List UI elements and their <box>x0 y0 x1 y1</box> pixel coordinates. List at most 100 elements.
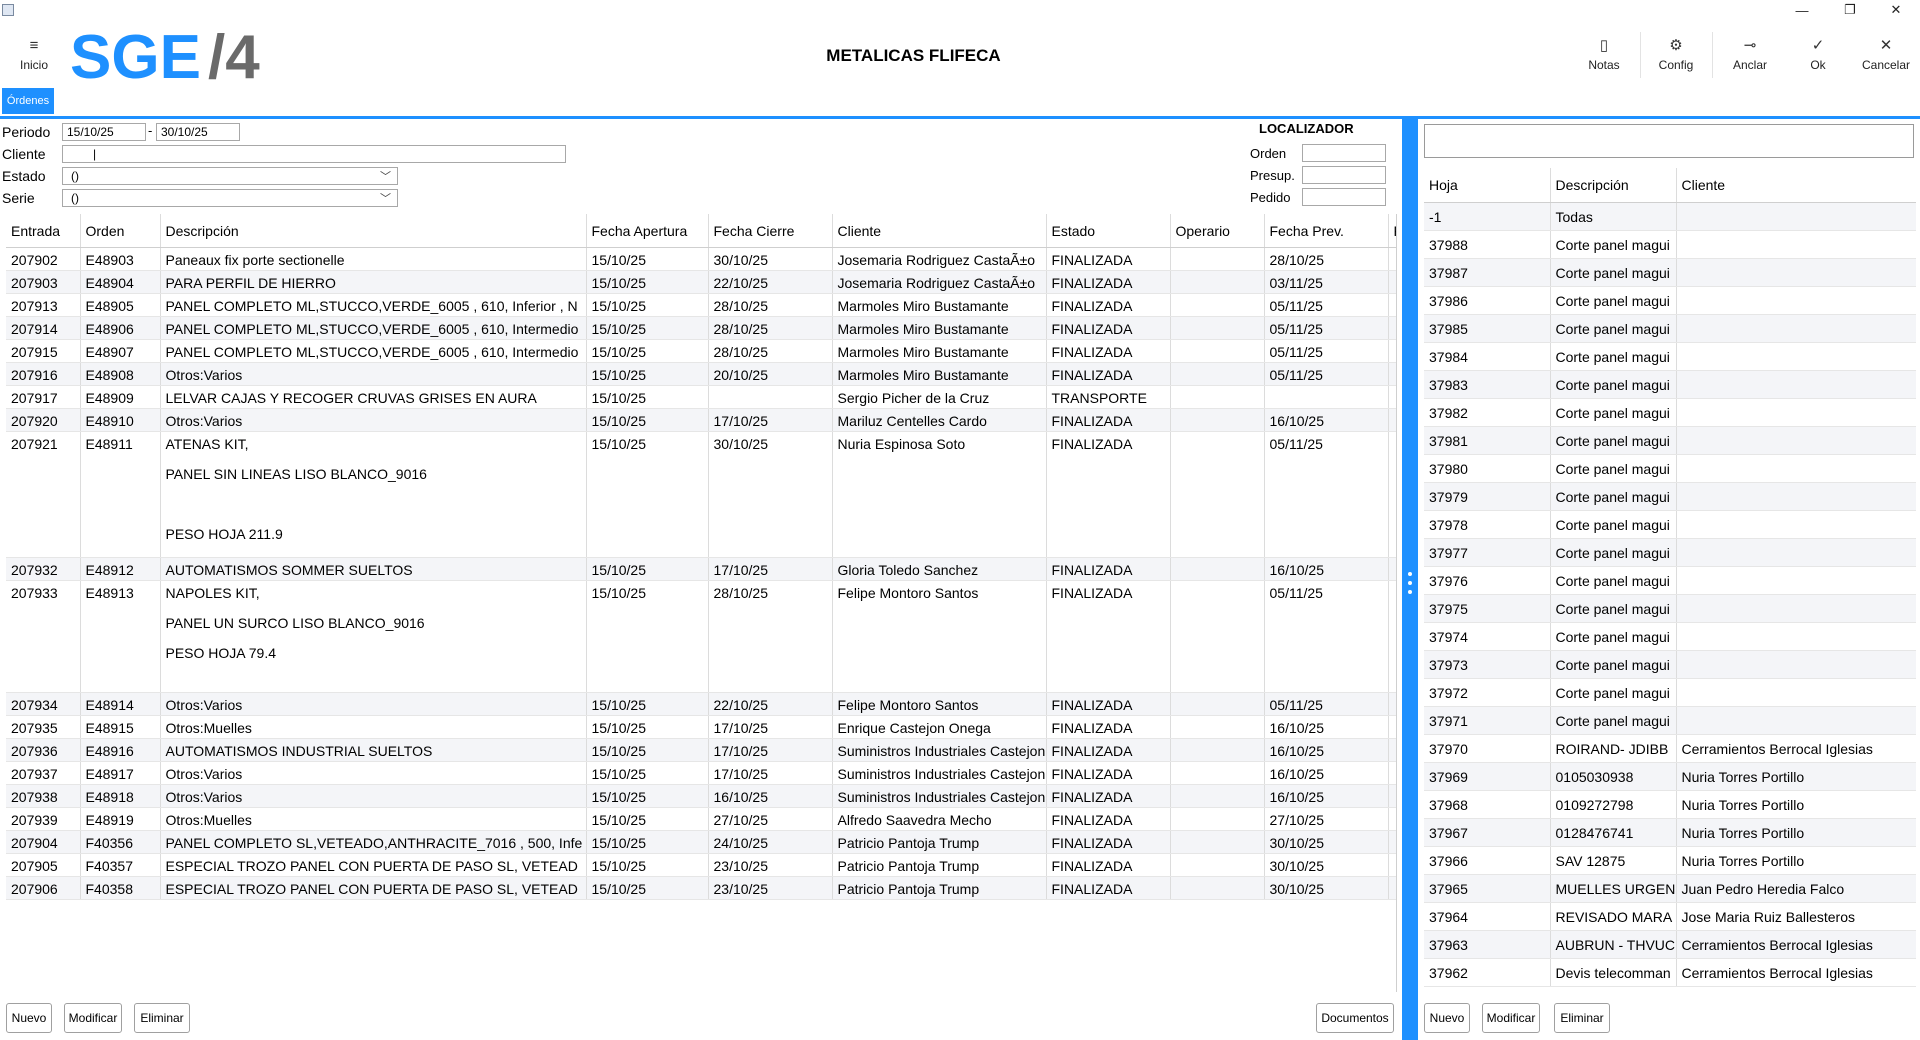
table-row[interactable]: 207939 E48919 Otros:Muelles 15/10/25 27/10/2… <box>6 807 1396 831</box>
col-operario[interactable]: Operario <box>1170 214 1265 248</box>
tab-ordenes[interactable]: Órdenes <box>2 88 54 114</box>
list-item[interactable]: 37976 Corte panel magui <box>1424 566 1916 595</box>
table-row[interactable]: 207903 E48904 PARA PERFIL DE HIERRO 15/10/2… <box>6 270 1396 294</box>
list-item[interactable]: 37982 Corte panel magui <box>1424 398 1916 427</box>
list-item[interactable]: 37974 Corte panel magui <box>1424 622 1916 651</box>
hoja-modificar-button[interactable]: Modificar <box>1482 1003 1540 1033</box>
ok-button[interactable]: ✓ Ok <box>1788 36 1848 72</box>
table-row[interactable]: 207904 F40356 PANEL COMPLETO SL,VETEADO,AN… <box>6 830 1396 854</box>
list-item[interactable]: 37984 Corte panel magui <box>1424 342 1916 371</box>
cell-operario <box>1170 362 1265 386</box>
table-row[interactable]: 207915 E48907 PANEL COMPLETO ML,STUCCO,VER… <box>6 339 1396 363</box>
table-row[interactable]: 207938 E48918 Otros:Varios 15/10/25 16/10/25… <box>6 784 1396 808</box>
list-item[interactable]: 37986 Corte panel magui <box>1424 286 1916 315</box>
table-row[interactable]: 207934 E48914 Otros:Varios 15/10/25 22/10/25… <box>6 692 1396 716</box>
col-cliente[interactable]: Cliente <box>832 214 1047 248</box>
list-item[interactable]: -1 Todas <box>1424 202 1916 231</box>
table-row[interactable]: 207905 F40357 ESPECIAL TROZO PANEL CON PUE… <box>6 853 1396 877</box>
anclar-button[interactable]: ⊸ Anclar <box>1720 36 1780 72</box>
list-item[interactable]: 37980 Corte panel magui <box>1424 454 1916 483</box>
orden-locator-input[interactable] <box>1302 144 1386 162</box>
col-estado[interactable]: Estado <box>1046 214 1171 248</box>
list-item[interactable]: 37963 AUBRUN - THVUC Cerramientos Berrocal… <box>1424 930 1916 959</box>
table-row[interactable]: 207920 E48910 Otros:Varios 15/10/25 17/10/25… <box>6 408 1396 432</box>
presup-locator-input[interactable] <box>1302 166 1386 184</box>
table-row[interactable]: 207914 E48906 PANEL COMPLETO ML,STUCCO,VER… <box>6 316 1396 340</box>
list-item[interactable]: 37988 Corte panel magui <box>1424 230 1916 259</box>
col-hoja-descripcion[interactable]: Descripción <box>1550 168 1677 203</box>
description-line: PESO HOJA 79.4 <box>165 645 277 661</box>
list-item[interactable]: 37977 Corte panel magui <box>1424 538 1916 567</box>
table-row[interactable]: 207902 E48903 Paneaux fix porte sectionell… <box>6 247 1396 271</box>
list-item[interactable]: 37979 Corte panel magui <box>1424 482 1916 511</box>
hoja-search-input[interactable] <box>1424 124 1914 158</box>
list-item[interactable]: 37970 ROIRAND- JDIBB Cerramientos Berrocal… <box>1424 734 1916 763</box>
notas-button[interactable]: ▯ Notas <box>1574 36 1634 72</box>
col-entrada[interactable]: Entrada <box>6 214 81 248</box>
splitter-grip-icon[interactable] <box>1407 572 1413 594</box>
hoja-nuevo-button[interactable]: Nuevo <box>1424 1003 1470 1033</box>
cell-f <box>1388 784 1396 808</box>
restore-button[interactable]: ❐ <box>1830 0 1870 20</box>
cell-estado: FINALIZADA <box>1046 293 1171 317</box>
list-item[interactable]: 37981 Corte panel magui <box>1424 426 1916 455</box>
serie-select[interactable]: () ﹀ <box>62 189 398 207</box>
col-hoja[interactable]: Hoja <box>1424 168 1551 203</box>
estado-select[interactable]: () ﹀ <box>62 167 398 185</box>
table-row[interactable]: 207933 E48913 NAPOLES KIT, PANEL UN SURCO L… <box>6 580 1396 693</box>
list-item[interactable]: 37978 Corte panel magui <box>1424 510 1916 539</box>
col-descripcion[interactable]: Descripción <box>160 214 587 248</box>
table-row[interactable]: 207936 E48916 AUTOMATISMOS INDUSTRIAL SUEL… <box>6 738 1396 762</box>
config-button[interactable]: ⚙ Config <box>1646 36 1706 72</box>
documentos-button[interactable]: Documentos <box>1316 1003 1394 1033</box>
cell-f <box>1388 339 1396 363</box>
table-row[interactable]: 207937 E48917 Otros:Varios 15/10/25 17/10/25… <box>6 761 1396 785</box>
list-item[interactable]: 37967 0128476741 Nuria Torres Portillo <box>1424 818 1916 847</box>
col-hoja-cliente[interactable]: Cliente <box>1676 168 1916 203</box>
periodo-from-input[interactable]: 15/10/25 <box>62 123 146 141</box>
list-item[interactable]: 37987 Corte panel magui <box>1424 258 1916 287</box>
list-item[interactable]: 37972 Corte panel magui <box>1424 678 1916 707</box>
list-item[interactable]: 37985 Corte panel magui <box>1424 314 1916 343</box>
minimize-button[interactable]: — <box>1782 0 1822 20</box>
list-item[interactable]: 37973 Corte panel magui <box>1424 650 1916 679</box>
gear-icon: ⚙ <box>1669 37 1683 54</box>
cell-hoja-descripcion: REVISADO MARA <box>1550 902 1677 931</box>
list-item[interactable]: 37969 0105030938 Nuria Torres Portillo <box>1424 762 1916 791</box>
col-fecha-prev[interactable]: Fecha Prev. <box>1264 214 1389 248</box>
hoja-eliminar-button[interactable]: Eliminar <box>1554 1003 1610 1033</box>
modificar-button[interactable]: Modificar <box>64 1003 122 1033</box>
col-f[interactable]: F <box>1388 214 1396 248</box>
cliente-input[interactable]: | <box>62 145 566 163</box>
cell-hoja: 37983 <box>1424 370 1551 399</box>
nuevo-button[interactable]: Nuevo <box>6 1003 52 1033</box>
table-row[interactable]: 207913 E48905 PANEL COMPLETO ML,STUCCO,VER… <box>6 293 1396 317</box>
close-window-button[interactable]: ✕ <box>1876 0 1916 20</box>
cell-operario <box>1170 715 1265 739</box>
table-row[interactable]: 207921 E48911 ATENAS KIT, PANEL SIN LINEAS … <box>6 431 1396 558</box>
col-fecha-cierre[interactable]: Fecha Cierre <box>708 214 833 248</box>
table-row[interactable]: 207932 E48912 AUTOMATISMOS SOMMER SUELTOS 1… <box>6 557 1396 581</box>
col-fecha-apertura[interactable]: Fecha Apertura <box>586 214 709 248</box>
cancelar-button[interactable]: ✕ Cancelar <box>1856 36 1916 72</box>
periodo-to-input[interactable]: 30/10/25 <box>156 123 240 141</box>
list-item[interactable]: 37962 Devis telecomman Cerramientos Berroc… <box>1424 958 1916 987</box>
app-system-icon[interactable] <box>2 4 14 16</box>
orders-grid[interactable]: Entrada Orden Descripción Fecha Apertura… <box>6 214 1397 992</box>
table-row[interactable]: 207935 E48915 Otros:Muelles 15/10/25 17/10/2… <box>6 715 1396 739</box>
list-item[interactable]: 37968 0109272798 Nuria Torres Portillo <box>1424 790 1916 819</box>
list-item[interactable]: 37964 REVISADO MARA Jose Maria Ruiz Balles… <box>1424 902 1916 931</box>
list-item[interactable]: 37971 Corte panel magui <box>1424 706 1916 735</box>
eliminar-button[interactable]: Eliminar <box>134 1003 190 1033</box>
table-row[interactable]: 207917 E48909 LELVAR CAJAS Y RECOGER CRUVA… <box>6 385 1396 409</box>
table-row[interactable]: 207916 E48908 Otros:Varios 15/10/25 20/10/25… <box>6 362 1396 386</box>
list-item[interactable]: 37966 SAV 12875 Nuria Torres Portillo <box>1424 846 1916 875</box>
pedido-locator-input[interactable] <box>1302 188 1386 206</box>
hojas-grid[interactable]: Hoja Descripción Cliente -1 Todas 37988 Cor… <box>1424 168 1916 990</box>
col-orden[interactable]: Orden <box>80 214 161 248</box>
list-item[interactable]: 37965 MUELLES URGEN Juan Pedro Heredia Fal… <box>1424 874 1916 903</box>
list-item[interactable]: 37975 Corte panel magui <box>1424 594 1916 623</box>
table-row[interactable]: 207906 F40358 ESPECIAL TROZO PANEL CON PUE… <box>6 876 1396 900</box>
list-item[interactable]: 37983 Corte panel magui <box>1424 370 1916 399</box>
cell-orden: E48904 <box>80 270 161 294</box>
